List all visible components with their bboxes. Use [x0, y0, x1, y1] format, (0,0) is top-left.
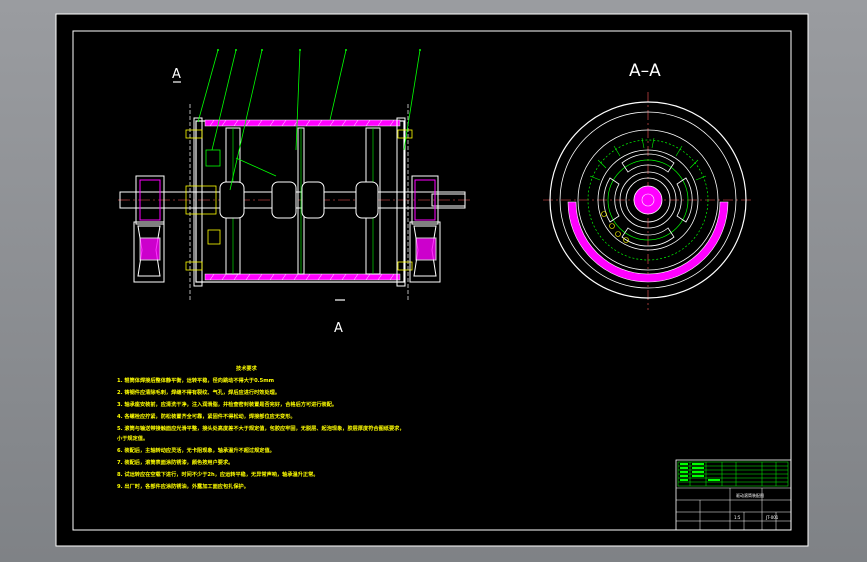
drawing-canvas: A A A–A 技术要求 1. 辊筒体焊接后整体静平衡，运转平稳，径向跳动不得大… — [55, 13, 809, 547]
tech-req-line-9: 9. 出厂时，各部件应涂防锈油，外露加工面应包扎保护。 — [117, 482, 249, 490]
tech-req-line-2: 2. 铸钢件应清除毛刺，焊缝不得有裂纹、气孔，焊后应进行时效处理。 — [117, 388, 280, 396]
lagging-bottom — [204, 273, 401, 281]
hub-mid-right — [301, 181, 325, 219]
tech-req-line-4: 4. 各螺栓应拧紧，防松装置齐全可靠，紧固件不得松动，焊接部位应无变形。 — [117, 412, 296, 420]
tech-req-line-3: 3. 轴承座安装前，应清洗干净，注入润滑脂，并检查密封装置是否完好，合格后方可进… — [117, 400, 337, 408]
tech-req-line-5: 5. 滚筒与输送带接触面应光滑平整，接头处高度差不大于规定值，包胶应牢固，无脱层… — [117, 424, 405, 432]
section-label-top: A — [172, 67, 181, 82]
hub-mid-left — [271, 181, 297, 219]
technical-requirements: 技术要求 1. 辊筒体焊接后整体静平衡，运转平稳，径向跳动不得大于0.5mm 2… — [117, 364, 405, 490]
tech-req-line-1: 1. 辊筒体焊接后整体静平衡，运转平稳，径向跳动不得大于0.5mm — [117, 376, 274, 384]
tech-req-line-7: 7. 装配后，滚筒表面涂防锈漆，颜色按用户要求。 — [117, 458, 233, 466]
section-view-title: A–A — [629, 61, 661, 81]
tech-req-line-8: 8. 试运转应在空载下进行，时间不少于2h，应运转平稳，无异常声响，轴承温升正常… — [117, 470, 318, 478]
end-plate-left — [193, 117, 203, 287]
tech-req-heading: 技术要求 — [236, 364, 258, 372]
title-block-scale: 1:5 — [734, 515, 741, 520]
section-a-a-view: A–A — [543, 61, 752, 310]
title-block: 驱动滚筒装配图 1:5 JT-001 — [675, 459, 792, 531]
hub-left — [219, 181, 245, 219]
roller-assembly-view: A A — [118, 49, 470, 336]
tech-req-line-5b: 小于规定值。 — [117, 434, 148, 442]
tech-req-line-6: 6. 装配后，主轴转动应灵活，无卡阻现象，轴承温升不超过规定值。 — [117, 446, 275, 454]
cad-viewport[interactable]: A A A–A 技术要求 1. 辊筒体焊接后整体静平衡，运转平稳，径向跳动不得大… — [0, 0, 867, 562]
title-block-sheet-code: JT-001 — [765, 515, 779, 520]
title-block-drawing-name: 驱动滚筒装配图 — [736, 492, 764, 498]
section-label-bottom: A — [334, 321, 343, 336]
hub-right — [355, 181, 379, 219]
shaft-section — [633, 185, 663, 215]
lagging-top — [204, 119, 401, 127]
